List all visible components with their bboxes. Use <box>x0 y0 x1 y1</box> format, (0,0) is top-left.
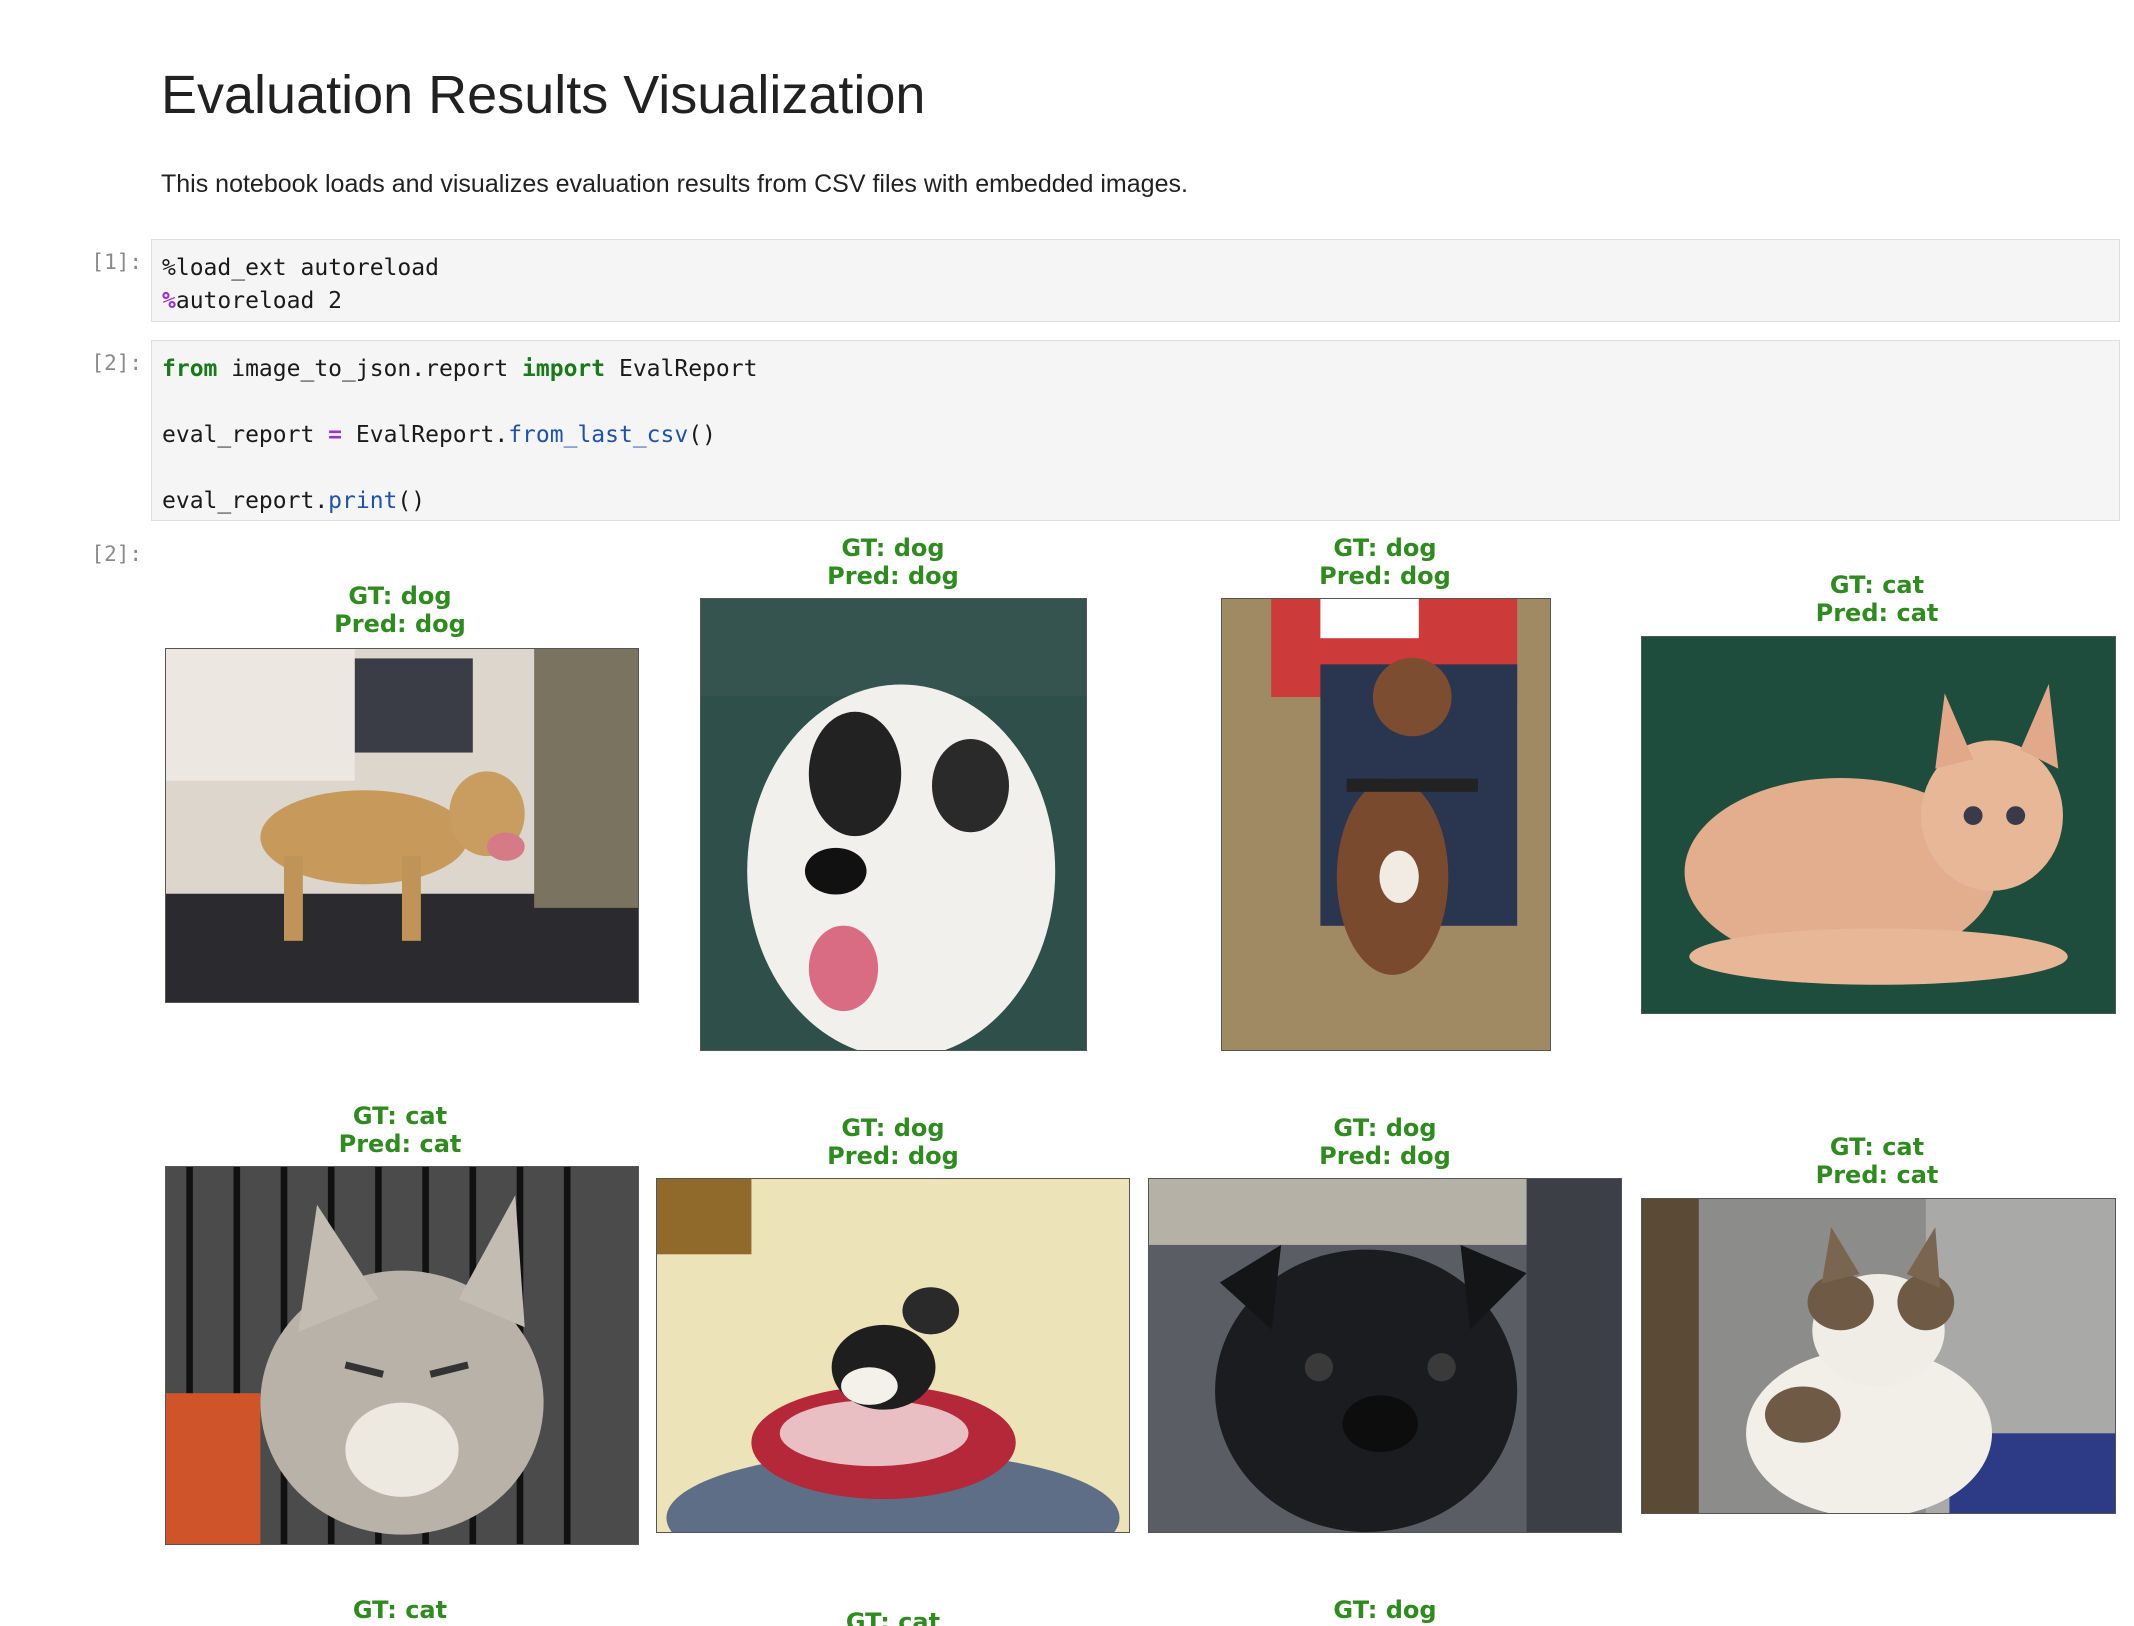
notebook-description: This notebook loads and visualizes evalu… <box>161 170 1188 198</box>
result-image-dog-terrier-blanket <box>656 1178 1130 1533</box>
code-line: %load_ext autoreload <box>162 252 2109 285</box>
result-caption: GT: dog Pred: dog <box>743 534 1043 590</box>
prediction-label: Pred: dog <box>1319 1142 1451 1170</box>
notebook-page: Evaluation Results Visualization This no… <box>0 0 2134 1626</box>
code-token: %load_ext autoreload <box>162 255 439 281</box>
code-token: EvalReport <box>605 356 758 382</box>
prediction-label: Pred: dog <box>1319 562 1451 590</box>
prediction-label: Pred: cat <box>1815 599 1939 627</box>
result-image-dog-black-pug <box>1148 1178 1622 1533</box>
ground-truth-label: GT: dog <box>348 582 452 610</box>
code-token: % <box>162 288 176 314</box>
result-caption: GT: dog <box>1235 1596 1535 1624</box>
prediction-label: Pred: dog <box>827 1142 959 1170</box>
result-image-cat-tabby-cage <box>165 1166 639 1545</box>
result-caption: GT: dog Pred: dog <box>743 1114 1043 1170</box>
prediction-label: Pred: dog <box>334 610 466 638</box>
result-caption: GT: dog Pred: dog <box>250 582 550 638</box>
prediction-label: Pred: cat <box>338 1130 462 1158</box>
code-line: %autoreload 2 <box>162 285 2109 318</box>
cell-prompt: [2]: <box>91 351 142 375</box>
code-token: image_to_json.report <box>217 356 523 382</box>
code-token: from <box>162 356 218 382</box>
prediction-label: Pred: dog <box>827 562 959 590</box>
result-caption: GT: cat Pred: cat <box>1727 1133 2027 1189</box>
ground-truth-label: GT: cat <box>352 1102 448 1130</box>
cell-prompt: [1]: <box>91 250 142 274</box>
code-token: = <box>328 422 343 448</box>
code-token: EvalReport. <box>342 422 509 448</box>
code-token: import <box>522 356 606 382</box>
ground-truth-label: GT: dog <box>1333 534 1437 562</box>
ground-truth-label: GT: cat <box>352 1596 448 1624</box>
prediction-label: Pred: cat <box>1815 1161 1939 1189</box>
output-prompt: [2]: <box>91 542 142 566</box>
result-caption: GT: dog Pred: dog <box>1235 1114 1535 1170</box>
code-token: () <box>397 488 426 514</box>
result-image-dog-white-shaggy <box>700 598 1087 1051</box>
code-line: from image_to_json.report import EvalRep… <box>162 353 2109 386</box>
code-line: eval_report = EvalReport.from_last_csv() <box>162 419 2109 452</box>
ground-truth-label: GT: cat <box>1829 1133 1925 1161</box>
code-token: autoreload 2 <box>175 288 343 314</box>
result-image-dog-brown-leash <box>1221 598 1551 1051</box>
result-caption: GT: dog Pred: dog <box>1235 534 1535 590</box>
code-line: eval_report.print() <box>162 485 2109 518</box>
ground-truth-label: GT: dog <box>841 534 945 562</box>
result-image-dog-tan <box>165 648 639 1003</box>
ground-truth-label: GT: dog <box>841 1114 945 1142</box>
ground-truth-label: GT: dog <box>1333 1596 1437 1624</box>
code-token: () <box>688 422 716 448</box>
code-cell-eval-report[interactable]: from image_to_json.report import EvalRep… <box>151 340 2120 521</box>
result-image-cat-orange-kitten <box>1641 636 2116 1014</box>
ground-truth-label: GT: cat <box>1829 571 1925 599</box>
notebook-title: Evaluation Results Visualization <box>161 65 926 125</box>
code-token: print <box>328 488 398 514</box>
code-token: eval_report. <box>162 488 329 514</box>
code-token: eval_report <box>162 422 329 448</box>
result-caption: GT: cat <box>250 1596 550 1624</box>
result-caption: GT: cat Pred: cat <box>250 1102 550 1158</box>
ground-truth-label: GT: cat <box>845 1608 941 1626</box>
code-token: from_last_csv <box>508 422 689 448</box>
result-caption: GT: cat Pred: cat <box>1727 571 2027 627</box>
ground-truth-label: GT: dog <box>1333 1114 1437 1142</box>
result-caption: GT: cat <box>743 1608 1043 1626</box>
result-image-cat-white-tabby <box>1641 1198 2116 1514</box>
code-cell-autoreload[interactable]: %load_ext autoreload %autoreload 2 <box>151 239 2120 322</box>
